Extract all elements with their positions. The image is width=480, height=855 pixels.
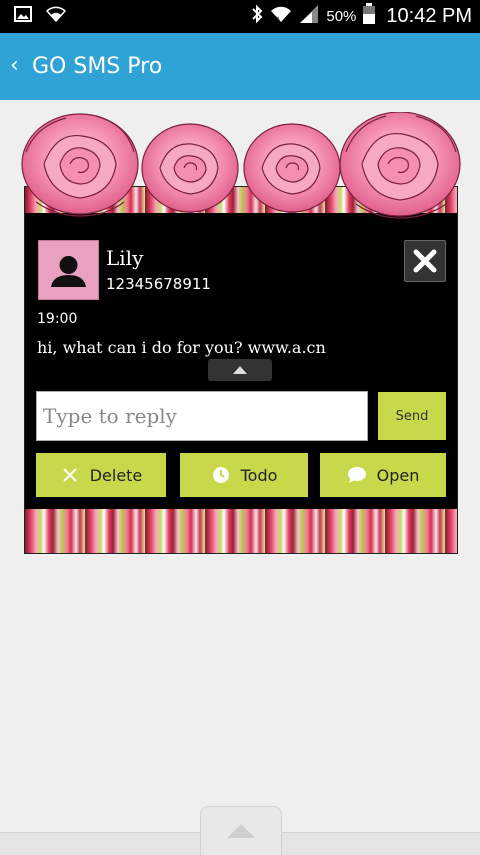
close-button[interactable] [404,240,446,282]
chat-bubble-icon [347,465,367,485]
message-text: hi, what can i do for you? www.a.cn [37,338,326,357]
decorative-stripes-bottom [25,509,457,553]
battery-percent: 50% [326,7,357,25]
delete-button[interactable]: Delete [36,453,166,497]
person-silhouette-icon [51,256,86,287]
rose-3 [243,123,341,213]
todo-label: Todo [240,465,278,485]
reply-input[interactable] [36,391,368,441]
rose-1 [21,113,139,217]
send-label: Send [395,408,429,424]
signal-icon [298,4,320,28]
close-icon [60,465,80,485]
pull-up-handle[interactable] [200,806,282,855]
clock-icon [211,465,231,485]
roses-decoration [21,112,461,219]
wifi-icon: ⇅ [270,5,292,27]
expand-button[interactable] [208,359,272,381]
status-bar: ⇅ 50% 10:42 PM [0,0,480,33]
delete-label: Delete [89,465,143,485]
chevron-up-icon [227,824,255,838]
contact-number: 12345678911 [106,275,211,293]
open-button[interactable]: Open [320,453,446,497]
wifi-icon [45,6,67,26]
app-title[interactable]: GO SMS Pro [32,54,162,79]
rose-2 [141,123,239,213]
rose-4 [339,112,461,219]
close-icon [413,249,437,273]
back-button[interactable]: ‹ [10,53,19,78]
todo-button[interactable]: Todo [180,453,308,497]
bluetooth-icon [250,4,264,28]
chevron-up-icon [233,366,247,374]
image-icon [14,6,32,26]
battery-icon [362,3,376,29]
message-time: 19:00 [37,311,78,327]
svg-text:⇅: ⇅ [275,16,280,23]
contact-name: Lily [106,246,144,270]
send-button[interactable]: Send [378,392,446,440]
clock: 10:42 PM [386,4,472,27]
avatar [38,240,99,300]
open-label: Open [376,465,420,485]
app-bar: ‹ GO SMS Pro [0,33,480,100]
